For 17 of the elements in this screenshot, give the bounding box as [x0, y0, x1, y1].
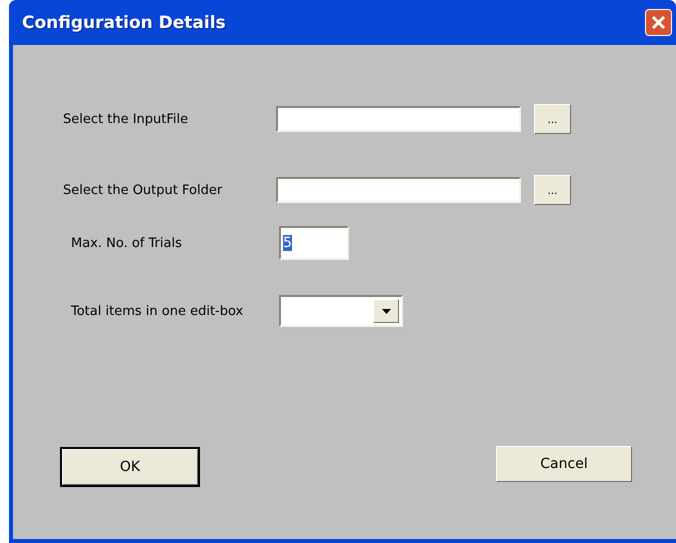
close-button[interactable]: [645, 9, 672, 36]
dropdown-button[interactable]: [373, 299, 399, 323]
input-field[interactable]: [276, 177, 521, 203]
close-icon: [651, 15, 666, 30]
browse-button[interactable]: ...: [534, 175, 571, 205]
dropdown[interactable]: [279, 295, 403, 327]
field-label: Select the Output Folder: [62, 182, 224, 198]
caret-icon: [382, 308, 390, 314]
input-field[interactable]: [276, 106, 521, 132]
dialog-button[interactable]: OK: [62, 449, 198, 485]
field-label: Max. No. of Trials: [70, 236, 183, 250]
browse-button[interactable]: ...: [534, 104, 571, 134]
input-field[interactable]: 5: [279, 226, 349, 260]
dialog-button[interactable]: Cancel: [496, 446, 632, 482]
field-label: Total items in one edit-box: [70, 304, 244, 318]
window-title: Configuration Details: [22, 12, 226, 32]
field-label: Select the InputFile: [62, 112, 190, 126]
